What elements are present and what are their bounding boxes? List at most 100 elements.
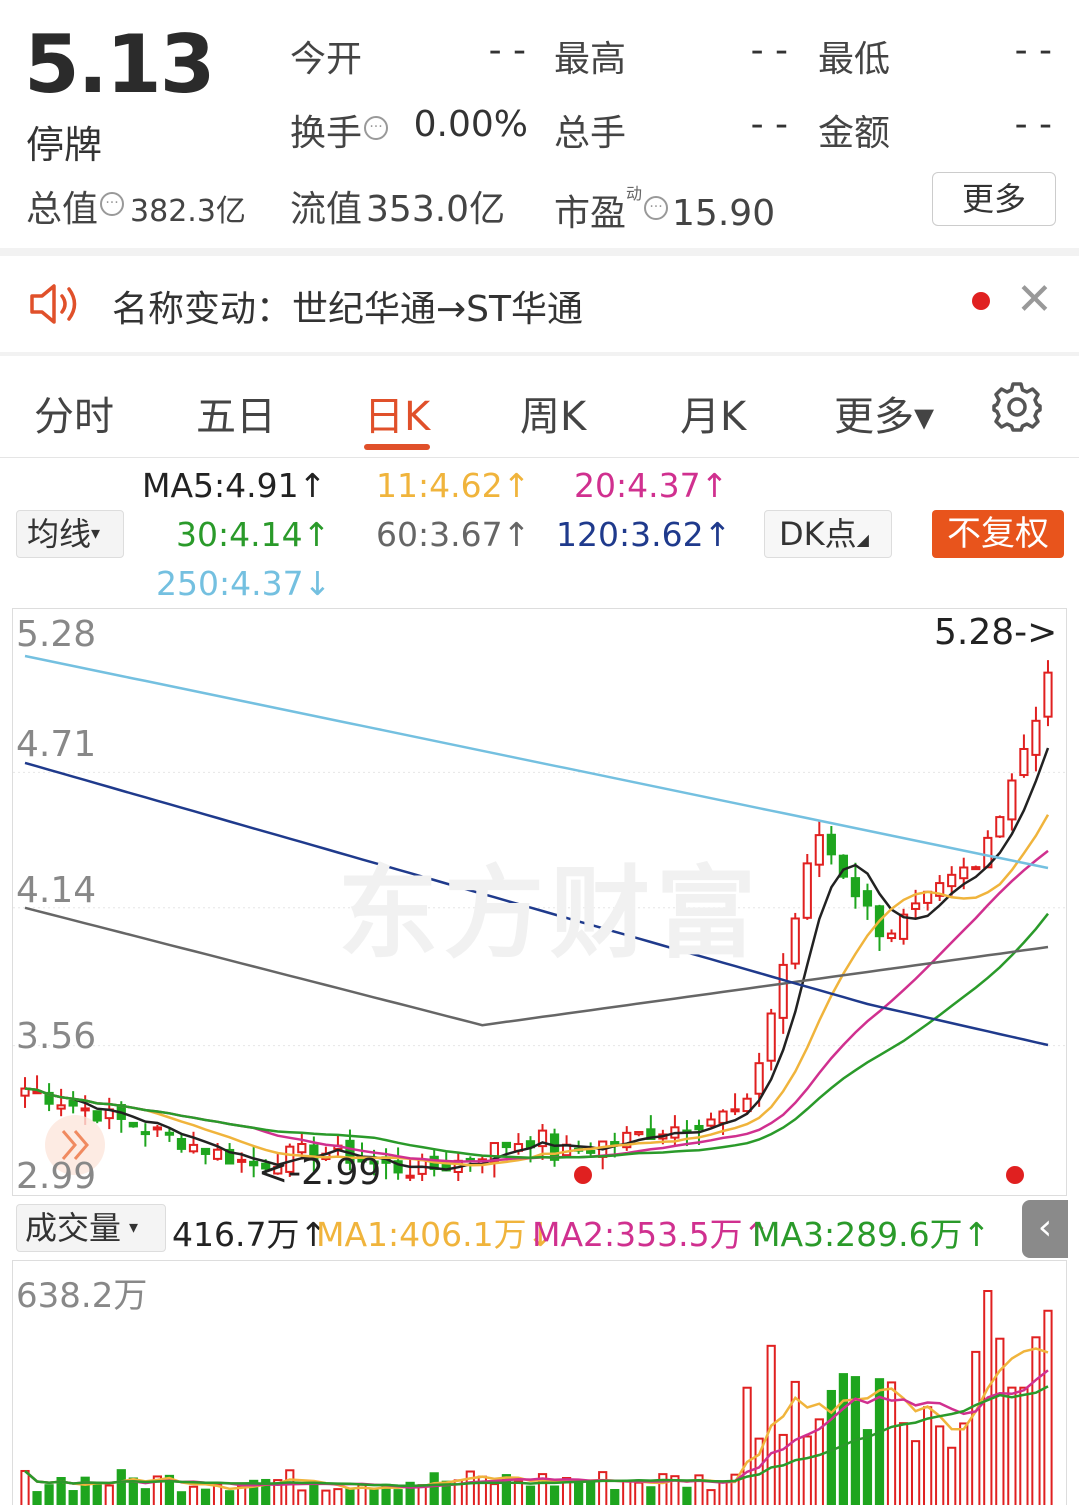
tab-more[interactable]: 更多▾ bbox=[834, 384, 934, 442]
volume-bar bbox=[225, 1490, 235, 1505]
volume-bar bbox=[826, 1389, 836, 1505]
candle-body bbox=[586, 1149, 596, 1154]
ma-selector[interactable]: 均线▾ bbox=[16, 510, 124, 558]
candle-body bbox=[249, 1160, 259, 1167]
tab-monthly-k[interactable]: 月K bbox=[680, 384, 746, 442]
volume-bar bbox=[297, 1489, 307, 1505]
tab-weekly-k[interactable]: 周K bbox=[520, 384, 586, 442]
turnover-value: 0.00% bbox=[413, 104, 528, 145]
volume-ma3: MA3:289.6万↑ bbox=[752, 1215, 991, 1254]
adjust-button[interactable]: 不复权 bbox=[932, 510, 1064, 558]
candle-body bbox=[188, 1143, 199, 1153]
turnover-label: 换手 ··· bbox=[290, 104, 389, 156]
volume-bar bbox=[321, 1489, 331, 1505]
volume-bar bbox=[20, 1469, 30, 1505]
candle-body bbox=[405, 1174, 415, 1179]
dk-point-button[interactable]: DK点◢ bbox=[764, 510, 892, 558]
candle-body bbox=[68, 1099, 78, 1107]
candle-body bbox=[814, 834, 824, 866]
volume-bar bbox=[212, 1483, 223, 1505]
volume-bar bbox=[92, 1482, 102, 1505]
dk-point-label: DK点 bbox=[779, 515, 857, 553]
candle-body bbox=[694, 1124, 704, 1131]
volume-bar bbox=[285, 1469, 295, 1505]
candle-body bbox=[212, 1148, 223, 1160]
total-cap-label: 总值 ··· 382.3亿 bbox=[26, 180, 246, 232]
candle-body bbox=[971, 866, 981, 871]
ma250-legend: 250:4.37↓ bbox=[156, 564, 332, 603]
candle-body bbox=[237, 1158, 247, 1163]
price-tick: 4.14 bbox=[16, 870, 97, 911]
ellipsis-circle-icon[interactable]: ··· bbox=[100, 192, 125, 216]
volume-bar bbox=[574, 1481, 584, 1505]
volume-selector[interactable]: 成交量 ▾ bbox=[16, 1204, 166, 1252]
candle-body bbox=[947, 873, 957, 888]
candle-body bbox=[1007, 779, 1017, 821]
candle-body bbox=[959, 866, 969, 880]
ma11-legend: 11:4.62↑ bbox=[376, 466, 531, 505]
volume-bar bbox=[140, 1488, 150, 1505]
volume-bar bbox=[333, 1488, 343, 1505]
last-price: 5.13 bbox=[24, 18, 215, 111]
gear-icon[interactable] bbox=[990, 380, 1044, 434]
ma-selector-label: 均线 bbox=[27, 515, 92, 553]
volume-bar bbox=[32, 1491, 42, 1505]
ellipsis-circle-icon[interactable]: ··· bbox=[364, 116, 389, 140]
candle-body bbox=[200, 1147, 211, 1155]
float-cap-label: 流值 bbox=[290, 189, 363, 230]
volume-bar bbox=[549, 1485, 560, 1505]
volume-bar bbox=[910, 1440, 921, 1505]
volume-bar bbox=[947, 1446, 957, 1505]
volume-bar bbox=[682, 1486, 692, 1505]
volume-bar bbox=[610, 1488, 620, 1505]
pe-value: 15.90 bbox=[672, 193, 776, 234]
corner-triangle-icon: ◢ bbox=[856, 530, 869, 549]
volume-bar bbox=[935, 1425, 945, 1505]
volume-chart[interactable] bbox=[12, 1260, 1067, 1505]
ellipsis-circle-icon[interactable]: ··· bbox=[644, 196, 669, 220]
ma20-legend: 20:4.37↑ bbox=[574, 466, 729, 505]
turnover-label-text: 换手 bbox=[290, 113, 363, 154]
candle-body bbox=[56, 1104, 66, 1110]
candle-body bbox=[1019, 747, 1029, 777]
volume-value: 416.7万↑ bbox=[172, 1215, 328, 1254]
tab-daily-k[interactable]: 日K bbox=[364, 384, 430, 442]
candle-body bbox=[1043, 671, 1053, 718]
candle-body bbox=[802, 862, 812, 919]
volume-bar bbox=[429, 1472, 439, 1505]
candle-body bbox=[910, 902, 921, 910]
name-change-notice[interactable]: 名称变动：世纪华通→ST华通 ✕ bbox=[0, 256, 1079, 352]
volume-bar bbox=[646, 1486, 656, 1505]
volume-bar bbox=[971, 1350, 981, 1505]
tab-intraday[interactable]: 分时 bbox=[34, 384, 114, 442]
watermark: 东方财富 bbox=[338, 855, 762, 972]
volume-bar bbox=[814, 1418, 824, 1505]
volume-bar bbox=[718, 1480, 728, 1505]
price-tick: 2.99 bbox=[16, 1156, 97, 1197]
volume-bar bbox=[838, 1373, 848, 1505]
volume-bar bbox=[802, 1435, 812, 1505]
period-tabs: 分时 五日 日K 周K 月K 更多▾ bbox=[0, 356, 1079, 458]
low-label: 最低 bbox=[818, 39, 891, 80]
volume-bar bbox=[923, 1406, 933, 1505]
candle-body bbox=[140, 1131, 150, 1136]
float-cap-value: 353.0亿 bbox=[366, 189, 506, 230]
chevron-left-icon[interactable]: ‹ bbox=[1022, 1200, 1068, 1258]
amount-value: - - bbox=[1014, 104, 1052, 145]
candle-body bbox=[92, 1110, 102, 1122]
close-icon[interactable]: ✕ bbox=[1016, 278, 1056, 324]
volume-bar bbox=[898, 1422, 909, 1505]
tab-five-day[interactable]: 五日 bbox=[196, 384, 276, 442]
more-quote-button[interactable]: 更多 bbox=[932, 172, 1056, 226]
candle-body bbox=[754, 1062, 764, 1095]
max-price-label: 5.28-> bbox=[934, 612, 1058, 653]
candle-body bbox=[862, 890, 873, 907]
price-tick: 5.28 bbox=[16, 614, 97, 655]
candle-body bbox=[995, 816, 1005, 838]
open-label: 今开 bbox=[290, 39, 363, 80]
volume-bar bbox=[489, 1483, 499, 1505]
min-price-label: <-2.99 bbox=[258, 1152, 382, 1193]
volume-bar bbox=[995, 1337, 1005, 1505]
candle-body bbox=[730, 1108, 740, 1113]
volume-bar bbox=[513, 1480, 524, 1505]
